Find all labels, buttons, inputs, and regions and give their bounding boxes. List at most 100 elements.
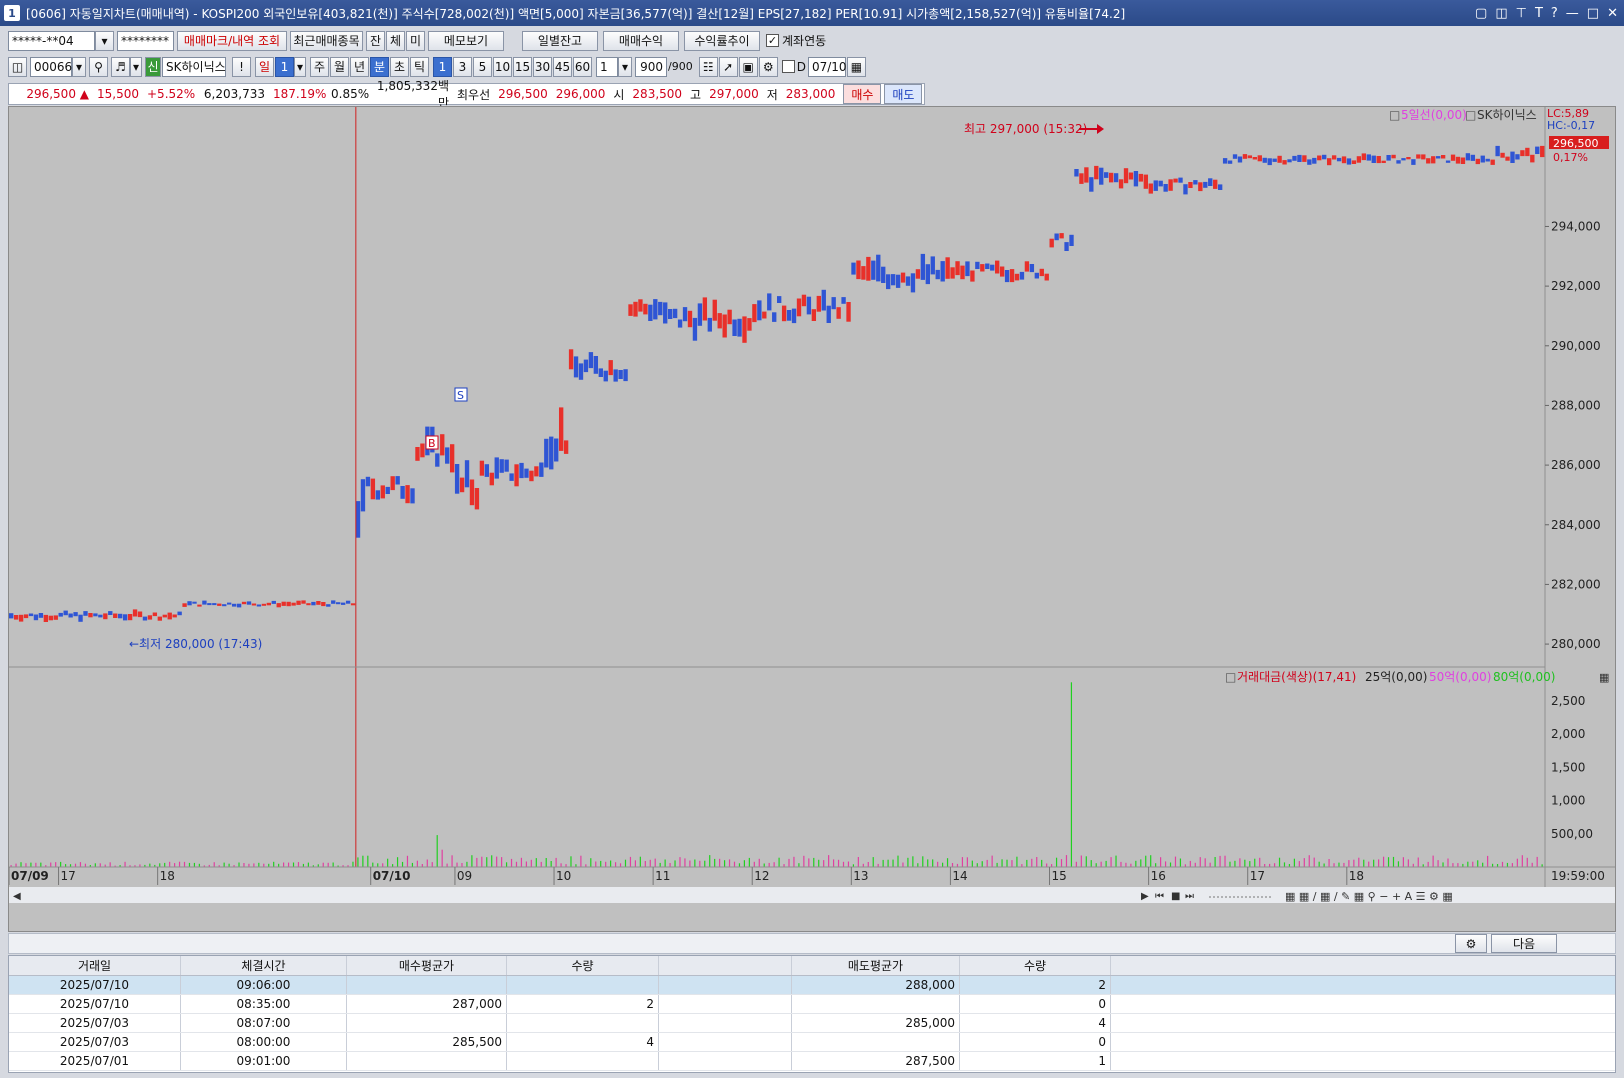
- pin-icon[interactable]: ⊤: [1516, 6, 1527, 21]
- chart-tools-icons[interactable]: ▦ ▦ ∕ ▦ ∕ ✎ ▦ ⚲ − + A ☰ ⚙ ▦: [1285, 890, 1453, 903]
- stop-icon[interactable]: ■: [1171, 891, 1180, 902]
- volume-bar: [446, 863, 448, 867]
- interval-button[interactable]: 3: [453, 56, 472, 77]
- x-tick-label: 18: [1349, 869, 1364, 883]
- sell-button[interactable]: 매도: [884, 84, 923, 104]
- interval-button[interactable]: 45: [553, 56, 572, 77]
- table-row[interactable]: 2025/07/03 08:07:00 285,000 4: [9, 1014, 1615, 1033]
- interval-button[interactable]: 5: [473, 56, 492, 77]
- count-dropdown-icon[interactable]: ▾: [618, 56, 632, 77]
- volume-bar: [505, 862, 508, 867]
- layout-icon[interactable]: ◫: [8, 56, 27, 77]
- settings-icon[interactable]: ⚙: [1455, 934, 1487, 953]
- interval-button[interactable]: 30: [533, 56, 552, 77]
- speaker-dropdown-icon[interactable]: ▾: [130, 56, 142, 77]
- date-checkbox[interactable]: [781, 60, 795, 73]
- daily-balance-button[interactable]: 일별잔고: [522, 30, 598, 51]
- memo-button[interactable]: 메모보기: [428, 30, 504, 51]
- calendar-icon[interactable]: ▦: [846, 56, 866, 77]
- price-bar: [772, 312, 777, 322]
- minimize-icon[interactable]: —: [1566, 6, 1579, 21]
- font-icon[interactable]: T: [1535, 6, 1543, 21]
- bar-count-field[interactable]: 900: [635, 56, 667, 77]
- rewind-icon[interactable]: ⏮: [1155, 891, 1164, 902]
- volume-bar: [530, 859, 532, 867]
- forward-icon[interactable]: ⏭: [1185, 891, 1194, 902]
- scroll-left-icon[interactable]: ◀: [13, 891, 21, 902]
- cell-sell-avg: [792, 1033, 960, 1051]
- price-bar: [137, 611, 143, 618]
- unfilled-toggle[interactable]: 미: [406, 30, 425, 51]
- period-year-button[interactable]: 년: [350, 56, 369, 77]
- maximize-icon[interactable]: □: [1587, 6, 1599, 21]
- period-tick-button[interactable]: 틱: [410, 56, 429, 77]
- yield-trend-button[interactable]: 수익률추이: [684, 30, 760, 51]
- code-dropdown-icon[interactable]: ▾: [72, 56, 86, 77]
- volume-bar: [753, 861, 755, 867]
- indicator-icon[interactable]: ☷: [698, 56, 718, 77]
- chart-area[interactable]: 294,000 292,000 290,000 288,000 286,000 284,0…: [8, 106, 1616, 932]
- close-icon[interactable]: ✕: [1607, 6, 1618, 21]
- col-buy-avg[interactable]: 매수평균가: [347, 956, 507, 975]
- help-icon[interactable]: ?: [1551, 6, 1558, 21]
- interval-button[interactable]: 10: [493, 56, 512, 77]
- volume-bar: [867, 862, 869, 867]
- price-volume-chart[interactable]: 294,000 292,000 290,000 288,000 286,000 284,0…: [9, 107, 1615, 933]
- col-time[interactable]: 체결시간: [181, 956, 347, 975]
- app-icon[interactable]: 1: [4, 5, 20, 21]
- period-second-button[interactable]: 초: [390, 56, 409, 77]
- link-icon[interactable]: ◫: [1495, 6, 1507, 21]
- filled-toggle[interactable]: 체: [386, 30, 405, 51]
- stock-name-field[interactable]: SK하이닉스: [162, 56, 226, 77]
- balance-toggle[interactable]: 잔: [366, 30, 385, 51]
- count-select[interactable]: 1: [596, 56, 618, 77]
- scroll-right-icon[interactable]: ▶: [1141, 891, 1149, 902]
- col-buy-qty[interactable]: 수량: [507, 956, 659, 975]
- date-field[interactable]: 07/10: [807, 56, 847, 77]
- buy-button[interactable]: 매수: [843, 84, 882, 104]
- col-sell-qty[interactable]: 수량: [960, 956, 1111, 975]
- settings-icon[interactable]: ⚙: [758, 56, 778, 77]
- price-bar: [955, 261, 960, 276]
- trade-profit-button[interactable]: 매매수익: [603, 30, 679, 51]
- cell-spacer: [659, 995, 792, 1013]
- period-minute-button[interactable]: 분: [370, 56, 389, 77]
- speaker-icon[interactable]: ♬: [111, 56, 130, 77]
- price-bar: [167, 612, 172, 620]
- restore-icon[interactable]: ▢: [1475, 6, 1487, 21]
- account-link-checkbox[interactable]: ✓: [766, 34, 779, 47]
- interval-button[interactable]: 15: [513, 56, 532, 77]
- price-bar: [1227, 160, 1233, 164]
- period-month-button[interactable]: 월: [330, 56, 349, 77]
- table-row[interactable]: 2025/07/10 08:35:00 287,000 2 0: [9, 995, 1615, 1014]
- search-icon[interactable]: ⚲: [89, 56, 108, 77]
- account-field[interactable]: *****-**04: [8, 30, 95, 51]
- period-week-button[interactable]: 주: [310, 56, 329, 77]
- panel-close-icon[interactable]: ▦: [1599, 671, 1609, 684]
- period-day-count[interactable]: 1: [275, 56, 294, 77]
- interval-button[interactable]: 1: [433, 56, 452, 77]
- password-field[interactable]: ********: [117, 30, 174, 51]
- next-button[interactable]: 다음: [1491, 934, 1557, 953]
- period-day-button[interactable]: 일: [255, 56, 274, 77]
- interval-button[interactable]: 60: [573, 56, 592, 77]
- table-row[interactable]: 2025/07/03 08:00:00 285,500 4 0: [9, 1033, 1615, 1052]
- price-bar: [707, 317, 712, 332]
- y-tick-label: 282,000: [1551, 577, 1601, 591]
- save-icon[interactable]: ▣: [738, 56, 758, 77]
- draw-line-icon[interactable]: ➚: [718, 56, 738, 77]
- trade-mark-query-button[interactable]: 매매마크/내역 조회: [177, 30, 287, 51]
- period-dropdown-icon[interactable]: ▾: [294, 56, 306, 77]
- stock-code-field[interactable]: 000660: [30, 56, 80, 77]
- recent-trades-button[interactable]: 최근매매종목: [290, 30, 363, 51]
- alert-button[interactable]: !: [232, 56, 251, 77]
- volume-bar: [932, 859, 934, 867]
- col-date[interactable]: 거래일: [9, 956, 181, 975]
- col-sell-avg[interactable]: 매도평균가: [792, 956, 960, 975]
- table-row[interactable]: 2025/07/01 09:01:00 287,500 1: [9, 1052, 1615, 1071]
- price-bar: [118, 613, 123, 619]
- volume-bar: [496, 856, 498, 867]
- volume-bar: [1234, 860, 1236, 867]
- table-row[interactable]: 2025/07/10 09:06:00 288,000 2: [9, 976, 1615, 995]
- account-dropdown-icon[interactable]: ▾: [95, 30, 114, 51]
